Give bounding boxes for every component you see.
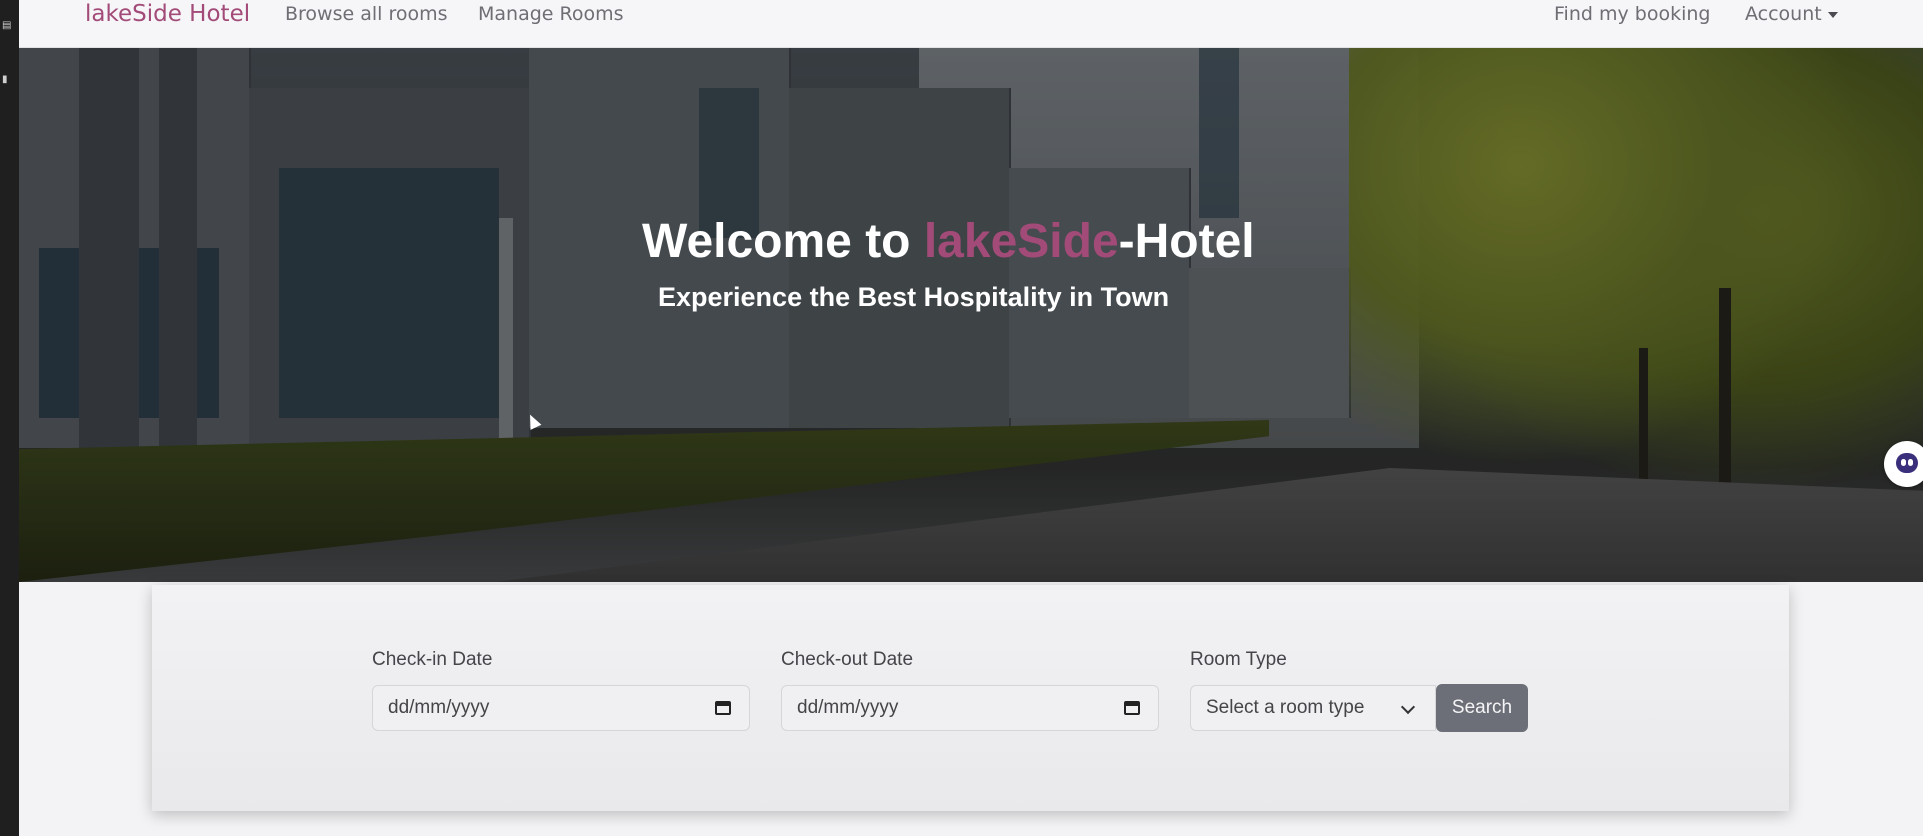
sidebar-glyph-icon: ▮ (2, 74, 8, 85)
nav-link-manage-rooms[interactable]: Manage Rooms (478, 0, 624, 29)
chat-assistant-icon (1896, 453, 1918, 473)
sidebar-glyph-icon: ▤ (2, 20, 12, 31)
hero-subtitle: Experience the Best Hospitality in Town (658, 282, 1170, 312)
hero-title-suffix: -Hotel (1118, 215, 1255, 268)
caret-down-icon (1827, 11, 1838, 18)
chevron-down-icon (1400, 699, 1416, 715)
nav-link-browse-rooms[interactable]: Browse all rooms (285, 0, 448, 29)
room-type-label: Room Type (1190, 649, 1287, 670)
checkout-date-input[interactable]: dd/mm/yyyy (781, 685, 1159, 731)
brand-logo-link[interactable]: lakeSide Hotel (85, 0, 250, 29)
hero-title-accent: lakeSide (923, 215, 1119, 268)
search-button[interactable]: Search (1436, 684, 1528, 732)
chat-assistant-button[interactable] (1884, 441, 1923, 487)
nav-link-find-booking[interactable]: Find my booking (1554, 0, 1710, 29)
checkin-date-input[interactable]: dd/mm/yyyy (372, 685, 750, 731)
hero-title: Welcome to lakeSide-Hotel (642, 212, 1402, 272)
checkout-label: Check-out Date (781, 649, 914, 670)
room-search-form: Check-in Date dd/mm/yyyy Check-out Date … (152, 585, 1789, 811)
room-type-select[interactable]: Select a room type (1190, 685, 1436, 731)
checkout-placeholder: dd/mm/yyyy (797, 697, 899, 718)
room-type-selected: Select a room type (1206, 697, 1365, 718)
top-navbar: lakeSide Hotel Browse all rooms Manage R… (19, 0, 1923, 48)
account-dropdown-toggle[interactable]: Account (1745, 0, 1838, 29)
account-label: Account (1745, 3, 1822, 25)
hero-title-prefix: Welcome to (642, 215, 924, 268)
calendar-icon[interactable] (1124, 701, 1140, 715)
hero-dark-overlay (19, 48, 1923, 582)
checkin-placeholder: dd/mm/yyyy (388, 697, 490, 718)
calendar-icon[interactable] (715, 701, 731, 715)
left-sidebar-strip: ▤ ▮ (0, 0, 19, 836)
checkin-label: Check-in Date (372, 649, 493, 670)
hero-banner (19, 48, 1923, 582)
